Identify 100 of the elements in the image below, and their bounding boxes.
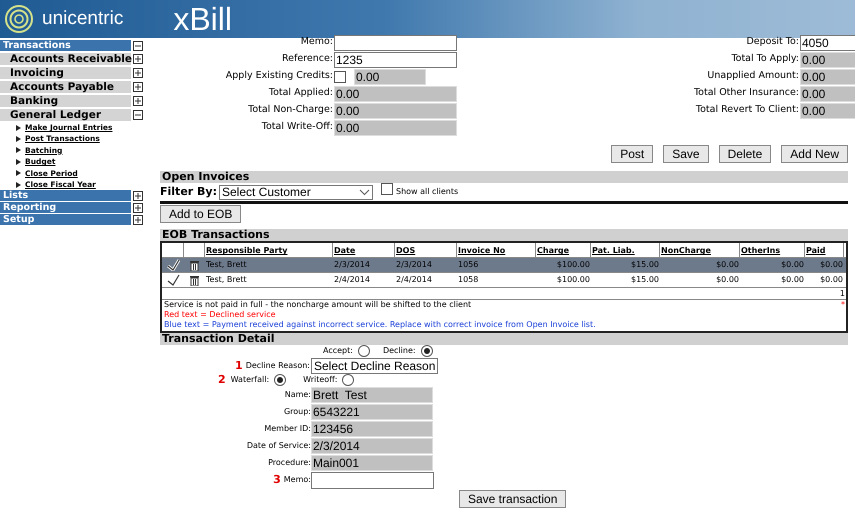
field-label: Total Non-Charge: [247,103,334,118]
table-cell-text: $15.00 [630,274,660,286]
sidebar-item[interactable]: Invoicing [0,66,131,78]
column-header[interactable]: OtherIns [741,245,780,258]
expand-icon[interactable] [133,96,143,106]
bullet-icon [16,136,21,142]
radio-button[interactable] [420,345,433,358]
trash-icon[interactable] [190,274,199,286]
sidebar-section[interactable]: Lists [0,190,131,202]
expand-icon[interactable] [133,202,143,213]
decline-reason-select[interactable]: Select Decline Reason [311,358,438,374]
column-header[interactable]: Pat. Liab. [592,245,635,258]
expand-icon[interactable] [133,190,143,201]
sidebar-item[interactable]: Accounts Payable [0,80,131,92]
table-cell-text: $0.00 [715,274,740,286]
input-field[interactable]: 4050 [800,34,855,50]
table-cell-text: 2/3/2014 [395,259,433,272]
column-header[interactable]: Charge [537,245,570,258]
readonly-field: 123456 [311,420,433,437]
table-cell-text: $0.00 [715,259,740,272]
bullet-icon [16,124,21,131]
required-mark: * [841,300,846,310]
table-cell-text: 2/4/2014 [333,274,371,286]
table-cell-text: $100.00 [556,274,591,286]
section-heading: EOB Transactions [160,229,848,242]
table-cell-text: 1056 [457,259,480,272]
page-number[interactable]: 1 [840,288,845,300]
sidebar-item[interactable]: Banking [0,94,131,106]
sidebar-item[interactable]: General Ledger [0,108,131,120]
chevron-down-icon [358,188,370,196]
readonly-field: 0.00 [354,68,426,84]
table-row[interactable]: Test, Brett 2/4/2014 2/4/2014 1058 $100.00 $15.00 $0.00 $0.00 $0.00 [162,273,846,288]
legend-text: Red text = Declined service [164,310,276,320]
action-button[interactable]: Save [663,145,709,163]
column-header[interactable]: Date [334,245,356,258]
action-button[interactable]: Post [611,145,654,163]
customer-select[interactable]: Select Customer [218,184,373,200]
column-header[interactable]: NonCharge [661,245,711,258]
field-label: Group: [282,406,311,418]
readonly-field: 0.00 [334,86,457,102]
field-label: Reference: [280,52,334,66]
checkbox[interactable] [334,70,346,82]
add-to-eob-button[interactable]: Add to EOB [160,205,242,223]
action-button[interactable]: Add New [781,145,848,163]
field-label: Deposit To: [745,35,800,50]
sidebar-section[interactable]: Reporting [0,202,131,214]
table-cell-text: $0.00 [819,259,844,272]
bullet-icon [16,170,21,176]
readonly-field: 2/3/2014 [311,438,433,454]
sidebar-section[interactable]: Setup [0,214,131,226]
collapse-icon[interactable] [133,110,143,120]
table-cell-text: $100.00 [556,259,591,272]
action-button[interactable]: Delete [718,145,772,163]
bullet-icon [16,182,21,188]
expand-icon[interactable] [133,214,143,225]
readonly-field: 0.00 [334,120,457,136]
field-label: Name: [284,388,311,401]
sidebar-item[interactable]: Accounts Receivable [0,52,131,64]
expand-icon[interactable] [133,82,143,92]
column-header[interactable]: Paid [806,245,826,258]
field-label: Apply Existing Credits: [224,69,334,84]
memo-field[interactable] [311,472,434,489]
checkbox[interactable] [380,183,393,196]
logo-icon [4,4,34,34]
expand-icon[interactable] [133,68,143,78]
table-cell-text: 2/4/2014 [395,274,433,286]
bullet-icon [16,147,21,154]
column-header[interactable]: DOS [396,245,416,258]
table-cell-text: Test, Brett [205,259,248,272]
column-header[interactable]: Responsible Party [206,245,288,258]
readonly-field: 0.00 [334,102,457,118]
table-cell-text: $0.00 [819,274,844,286]
sidebar-section[interactable]: Transactions [0,40,131,51]
table-cell-text: 1058 [457,274,480,286]
step-number: 1 [235,358,243,374]
legend-text: Blue text = Payment received against incorrect service. Replace with correct invoice from Open Invoice list. [164,320,596,330]
expand-icon[interactable] [133,54,143,64]
input-field[interactable]: 1235 [334,52,457,68]
field-label: Date of Service: [246,440,311,452]
table-cell-text: $0.00 [780,259,805,272]
radio-button[interactable] [342,374,354,386]
section-heading: Open Invoices [160,171,848,183]
radio-button[interactable] [358,345,370,358]
readonly-field: Main001 [311,454,433,471]
table-row[interactable]: Test, Brett 2/3/2014 2/3/2014 1056 $100.00 $15.00 $0.00 $0.00 $0.00 [162,258,846,274]
field-label: Procedure: [267,456,311,469]
radio-button[interactable] [274,374,286,386]
table-cell-text: $15.00 [630,259,660,272]
input-field[interactable] [334,34,457,50]
table-cell-text: 2/3/2014 [333,259,371,272]
readonly-field: 0.00 [800,68,855,84]
collapse-icon[interactable] [133,40,143,50]
save-transaction-button[interactable]: Save transaction [459,490,566,508]
field-label: Total Applied: [268,86,334,100]
column-header[interactable]: Invoice No [458,245,506,258]
field-label: Total Write-Off: [260,120,334,134]
trash-icon[interactable] [190,260,199,271]
field-label: Total To Apply: [730,52,800,66]
field-label: Memo: [300,35,334,50]
radio-label: Accept: [323,345,353,358]
